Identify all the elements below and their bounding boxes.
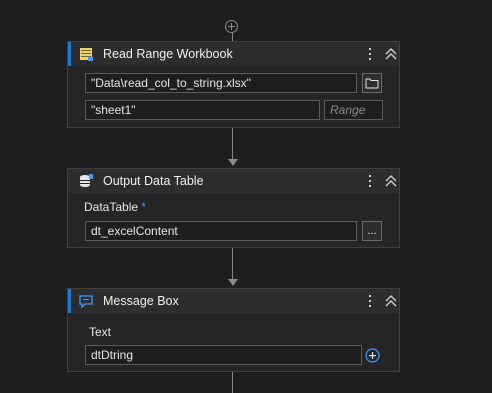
message-box-activity[interactable]: Message Box Text dtDtring <box>67 288 400 372</box>
connector-arrow <box>228 279 238 286</box>
selection-stripe <box>68 289 71 313</box>
ellipsis-button[interactable]: ... <box>362 221 382 241</box>
required-marker: * <box>141 200 147 214</box>
text-input[interactable]: dtDtring <box>85 345 362 365</box>
collapse-icon[interactable] <box>384 293 398 309</box>
activity-title: Output Data Table <box>103 174 204 188</box>
activity-title: Message Box <box>103 294 179 308</box>
datatable-label: DataTable * <box>84 200 147 214</box>
activity-header[interactable]: Read Range Workbook <box>68 42 399 66</box>
datatable-input[interactable]: dt_excelContent <box>85 221 357 241</box>
text-label: Text <box>89 325 112 339</box>
more-options-icon[interactable] <box>367 293 373 309</box>
browse-folder-button[interactable] <box>362 73 382 93</box>
activity-header[interactable]: Message Box <box>68 289 399 313</box>
range-input[interactable]: Range <box>324 100 383 120</box>
workbook-path-input[interactable]: "Data\read_col_to_string.xlsx" <box>85 73 357 93</box>
connector-line <box>232 128 233 160</box>
connector-line <box>232 372 233 393</box>
more-options-icon[interactable] <box>367 173 373 189</box>
more-options-icon[interactable] <box>367 46 373 62</box>
read-range-workbook-activity[interactable]: Read Range Workbook "Data\read_col_to_st… <box>67 41 400 128</box>
connector-line <box>232 248 233 280</box>
connector-line <box>232 33 233 41</box>
activity-title: Read Range Workbook <box>103 47 233 61</box>
selection-stripe <box>68 42 71 66</box>
collapse-icon[interactable] <box>384 173 398 189</box>
collapse-icon[interactable] <box>384 46 398 62</box>
database-icon <box>80 174 93 187</box>
output-data-table-activity[interactable]: Output Data Table DataTable * dt_excelCo… <box>67 168 400 248</box>
connector-arrow <box>228 159 238 166</box>
add-expression-icon[interactable] <box>365 348 380 363</box>
add-activity-icon[interactable] <box>225 20 238 33</box>
sheet-name-input[interactable]: "sheet1" <box>85 100 320 120</box>
activity-header[interactable]: Output Data Table <box>68 169 399 193</box>
folder-icon <box>365 78 379 89</box>
message-icon <box>79 295 93 309</box>
spreadsheet-icon <box>80 48 93 61</box>
